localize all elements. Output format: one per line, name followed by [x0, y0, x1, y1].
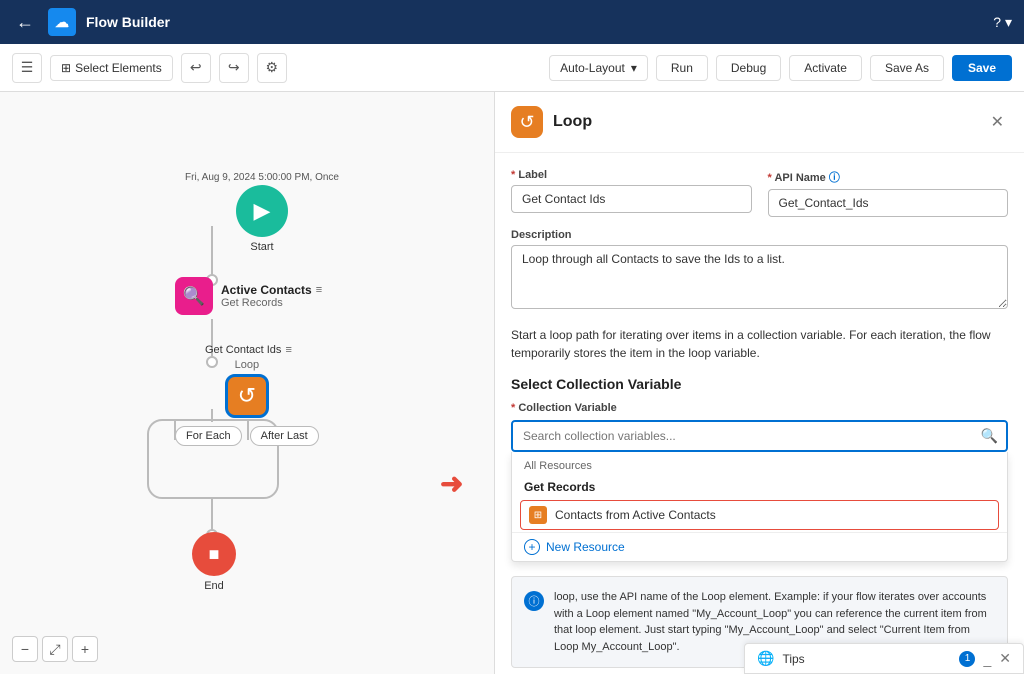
- dropdown-item-icon: ⊞: [529, 506, 547, 524]
- description-field-label: Description: [511, 229, 1008, 241]
- dropdown-item-contacts[interactable]: ⊞ Contacts from Active Contacts: [520, 500, 999, 530]
- api-name-required-marker: *: [768, 172, 772, 184]
- label-required-marker: *: [511, 169, 515, 181]
- settings-button[interactable]: ⚙: [257, 53, 287, 83]
- get-records-icon: 🔍: [175, 277, 213, 315]
- loop-node-label-row: Get Contact Ids ≡: [205, 344, 292, 356]
- start-node: Fri, Aug 9, 2024 5:00:00 PM, Once ▶ Star…: [185, 172, 339, 253]
- loop-node[interactable]: Loop ↺ For Each After Last: [175, 359, 319, 446]
- tips-badge: 1: [959, 651, 975, 667]
- panel-body: * Label * API Name ⓘ Description: [495, 153, 1024, 674]
- zoom-controls: − ⤢ +: [12, 636, 98, 662]
- end-circle-icon[interactable]: ■: [192, 532, 236, 576]
- panel-header: ↺ Loop ✕: [495, 92, 1024, 153]
- tips-bar: 🌐 Tips 1 _ ✕: [744, 643, 1024, 674]
- loop-subtitle: Loop: [235, 359, 259, 371]
- search-icon: 🔍: [981, 428, 998, 445]
- label-field-label: * Label: [511, 169, 752, 181]
- run-button[interactable]: Run: [656, 55, 708, 81]
- after-last-branch-button[interactable]: After Last: [250, 426, 319, 446]
- dropdown-item-label: Contacts from Active Contacts: [555, 508, 716, 522]
- loop-info-text: Start a loop path for iterating over ite…: [511, 326, 1008, 362]
- section-title: Select Collection Variable: [511, 376, 1008, 392]
- end-node[interactable]: ■ End: [192, 532, 236, 592]
- dropdown-group-label: Get Records: [512, 476, 1007, 498]
- loop-node-menu-icon: ≡: [285, 344, 291, 356]
- zoom-fit-button[interactable]: ⤢: [42, 636, 68, 662]
- auto-layout-button[interactable]: Auto-Layout ▾: [549, 55, 648, 81]
- zoom-in-button[interactable]: +: [72, 636, 98, 662]
- undo-button[interactable]: ↩: [181, 53, 211, 83]
- redo-button[interactable]: ↪: [219, 53, 249, 83]
- api-name-info-icon[interactable]: ⓘ: [829, 172, 840, 184]
- select-elements-button[interactable]: ⊞ Select Elements: [50, 55, 173, 81]
- api-name-field-label: * API Name ⓘ: [768, 169, 1009, 185]
- label-form-group: * Label: [511, 169, 752, 217]
- loop-branches: For Each After Last: [175, 426, 319, 446]
- tips-minimize-button[interactable]: _: [983, 651, 991, 667]
- tips-label: Tips: [782, 652, 951, 666]
- toolbar: ☰ ⊞ Select Elements ↩ ↪ ⚙ Auto-Layout ▾ …: [0, 44, 1024, 92]
- help-button[interactable]: ? ▾: [993, 14, 1012, 31]
- app-title: Flow Builder: [86, 14, 170, 30]
- api-name-form-group: * API Name ⓘ: [768, 169, 1009, 217]
- loop-node-icon[interactable]: ↺: [225, 374, 269, 418]
- get-records-subtitle: Get Records: [221, 297, 322, 309]
- right-panel: ↺ Loop ✕ * Label * API Name ⓘ: [494, 92, 1024, 674]
- tips-globe-icon: 🌐: [757, 650, 774, 667]
- collection-variable-search-input[interactable]: [511, 420, 1008, 452]
- debug-button[interactable]: Debug: [716, 55, 781, 81]
- start-circle-icon[interactable]: ▶: [236, 185, 288, 237]
- sidebar-toggle-button[interactable]: ☰: [12, 53, 42, 83]
- label-api-row: * Label * API Name ⓘ: [511, 169, 1008, 217]
- info-box-icon: ⓘ: [524, 591, 544, 611]
- tips-close-button[interactable]: ✕: [999, 650, 1011, 667]
- panel-title: Loop: [553, 113, 977, 131]
- main-area: Fri, Aug 9, 2024 5:00:00 PM, Once ▶ Star…: [0, 92, 1024, 674]
- collection-search-wrapper: 🔍: [511, 420, 1008, 452]
- arrow-indicator: ➜: [440, 467, 463, 500]
- collection-variable-label: * Collection Variable: [511, 402, 1008, 414]
- loop-node-title: Get Contact Ids: [205, 344, 281, 356]
- panel-loop-icon: ↺: [511, 106, 543, 138]
- label-input[interactable]: [511, 185, 752, 213]
- new-resource-plus-icon: +: [524, 539, 540, 555]
- for-each-branch-button[interactable]: For Each: [175, 426, 242, 446]
- collection-dropdown: All Resources Get Records ⊞ Contacts fro…: [511, 452, 1008, 562]
- app-logo: ☁: [48, 8, 76, 36]
- description-form-group: Description Loop through all Contacts to…: [511, 229, 1008, 314]
- select-elements-icon: ⊞: [61, 61, 71, 75]
- end-label: End: [204, 580, 224, 592]
- api-name-input[interactable]: [768, 189, 1009, 217]
- back-button[interactable]: ←: [12, 8, 38, 37]
- description-textarea[interactable]: Loop through all Contacts to save the Id…: [511, 245, 1008, 309]
- top-navigation: ← ☁ Flow Builder ? ▾: [0, 0, 1024, 44]
- collection-variable-required: *: [511, 402, 515, 414]
- new-resource-label: New Resource: [546, 540, 625, 554]
- panel-close-button[interactable]: ✕: [987, 108, 1008, 136]
- get-records-node[interactable]: 🔍 Active Contacts ≡ Get Records: [175, 277, 322, 315]
- dropdown-section-label: All Resources: [512, 452, 1007, 476]
- activate-button[interactable]: Activate: [789, 55, 862, 81]
- start-label: Start: [250, 241, 273, 253]
- dropdown-icon: ▾: [631, 61, 637, 75]
- new-resource-button[interactable]: + New Resource: [512, 532, 1007, 561]
- start-date-label: Fri, Aug 9, 2024 5:00:00 PM, Once: [185, 172, 339, 183]
- save-button[interactable]: Save: [952, 55, 1012, 81]
- get-records-title: Active Contacts ≡: [221, 283, 322, 297]
- zoom-out-button[interactable]: −: [12, 636, 38, 662]
- save-as-button[interactable]: Save As: [870, 55, 944, 81]
- flow-canvas[interactable]: Fri, Aug 9, 2024 5:00:00 PM, Once ▶ Star…: [0, 92, 494, 674]
